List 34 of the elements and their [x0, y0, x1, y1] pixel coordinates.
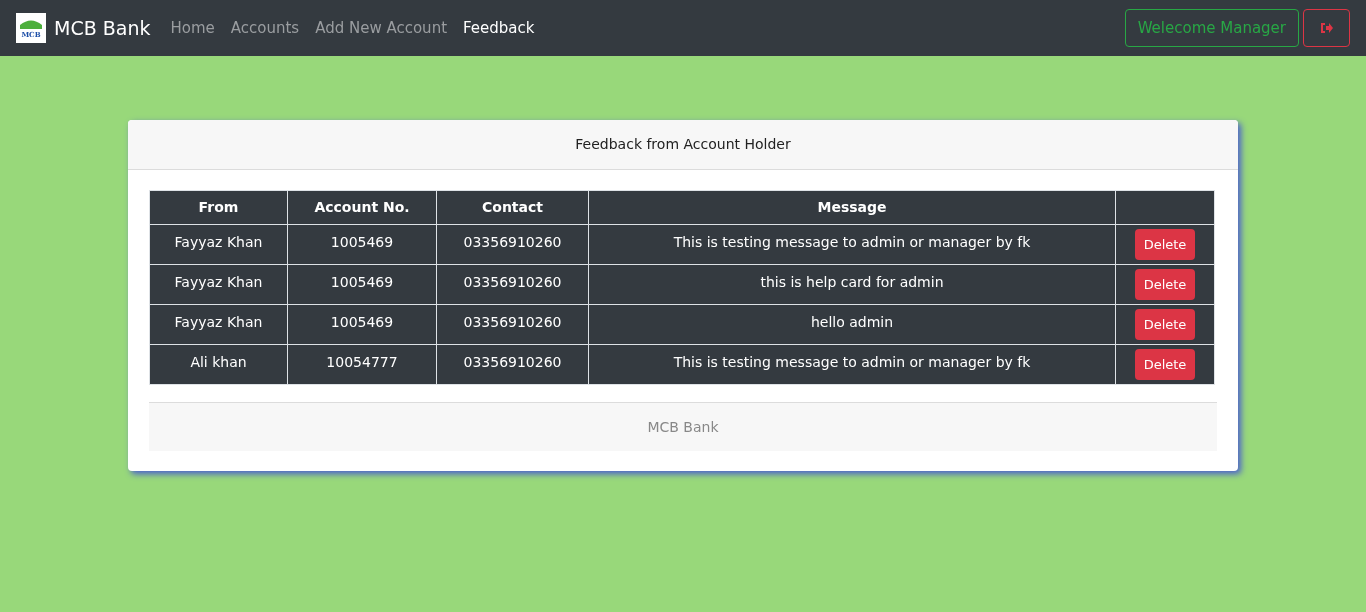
table-cell: Fayyaz Khan: [149, 304, 288, 345]
delete-button[interactable]: Delete: [1134, 229, 1196, 260]
table-cell: 03356910260: [436, 264, 589, 305]
footer-text: MCB Bank: [647, 417, 719, 437]
logout-button[interactable]: [1303, 9, 1350, 47]
table-cell: Fayyaz Khan: [149, 224, 288, 265]
table-cell: This is testing message to admin or manager by fk: [588, 344, 1116, 385]
sign-out-icon: [1319, 22, 1334, 34]
table-cell: 03356910260: [436, 224, 589, 265]
table-cell: hello admin: [588, 304, 1116, 345]
nav-link[interactable]: Home: [170, 16, 215, 40]
table-cell: 1005469: [287, 304, 437, 345]
nav-link[interactable]: Add New Account: [315, 16, 447, 40]
table-cell: This is testing message to admin or manager by fk: [588, 224, 1116, 265]
table-cell: 1005469: [287, 264, 437, 305]
delete-button[interactable]: Delete: [1134, 269, 1196, 300]
nav-link[interactable]: Feedback: [463, 16, 535, 40]
column-header: Message: [588, 190, 1116, 225]
table-cell: 10054777: [287, 344, 437, 385]
nav-link[interactable]: Accounts: [230, 16, 300, 40]
column-header: Account No.: [287, 190, 437, 225]
table-cell: 03356910260: [436, 304, 589, 345]
welcome-button[interactable]: Welecome Manager: [1124, 9, 1299, 47]
table-cell: Ali khan: [149, 344, 288, 385]
table-cell: 03356910260: [436, 344, 589, 385]
table-cell: Fayyaz Khan: [149, 264, 288, 305]
delete-button[interactable]: Delete: [1134, 309, 1196, 340]
delete-button[interactable]: Delete: [1134, 349, 1196, 380]
card-title: Feedback from Account Holder: [575, 135, 791, 154]
column-header: From: [149, 190, 288, 225]
column-header: Contact: [436, 190, 589, 225]
table-cell: this is help card for admin: [588, 264, 1116, 305]
brand-name[interactable]: MCB Bank: [54, 13, 151, 43]
table-cell: 1005469: [287, 224, 437, 265]
